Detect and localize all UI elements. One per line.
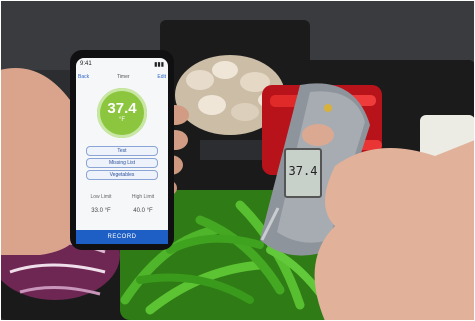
limits-panel: Low Limit 33.0 °F High Limit 40.0 °F	[82, 194, 162, 222]
probe-reading: 37.4	[288, 164, 318, 178]
low-limit-value: 33.0 °F	[91, 208, 111, 214]
test-button[interactable]: Test	[86, 146, 158, 156]
high-limit-value: 40.0 °F	[133, 208, 153, 214]
temperature-gauge: 37.4 °F	[97, 88, 147, 138]
kitchen-background	[0, 0, 475, 321]
probe-lcd: 37.4	[284, 148, 322, 198]
low-limit: Low Limit 33.0 °F	[82, 194, 120, 214]
vegetables-button[interactable]: Vegetables	[86, 170, 158, 180]
status-time: 9:41	[80, 61, 92, 67]
missing-list-button[interactable]: Missing List	[86, 158, 158, 168]
photo: 9:41 ▮▮▮ Back Timer Edit 37.4 °F Test Mi…	[0, 0, 475, 321]
app-title: Timer	[116, 74, 130, 80]
record-button[interactable]: RECORD	[76, 230, 168, 244]
temperature-reading: 37.4	[107, 100, 137, 117]
edit-link[interactable]: Edit	[157, 74, 166, 80]
high-limit: High Limit 40.0 °F	[124, 194, 162, 214]
temperature-unit: °F	[118, 117, 126, 123]
high-limit-label: High Limit	[131, 194, 155, 200]
phone-app-screen: 9:41 ▮▮▮ Back Timer Edit 37.4 °F Test Mi…	[76, 58, 168, 244]
status-bar: 9:41 ▮▮▮	[80, 61, 164, 71]
low-limit-label: Low Limit	[90, 194, 112, 200]
back-link[interactable]: Back	[78, 74, 89, 80]
battery-icon: ▮▮▮	[154, 62, 164, 68]
app-header: Back Timer Edit	[78, 72, 166, 82]
